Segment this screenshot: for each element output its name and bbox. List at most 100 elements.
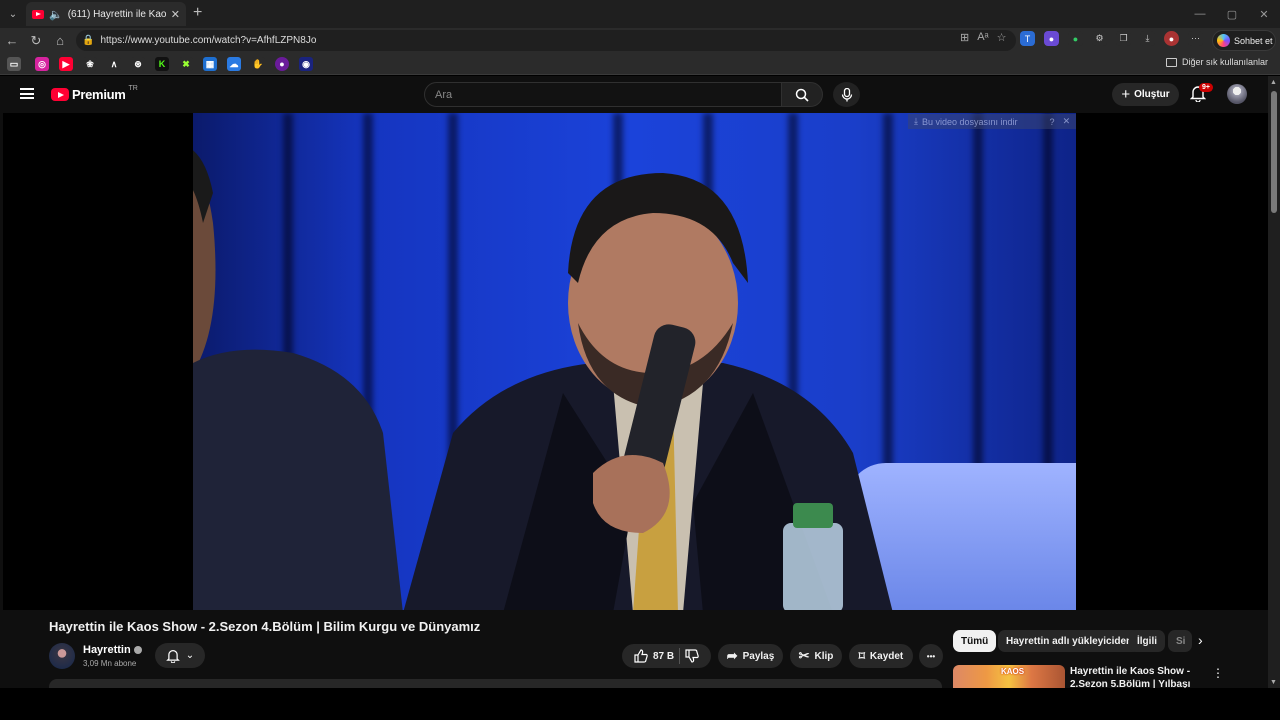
- bookmark-instagram-icon[interactable]: ◎: [35, 57, 49, 71]
- clip-label: Klip: [814, 650, 834, 662]
- browser-tab[interactable]: 🔈 (611) Hayrettin ile Kaos Show ✕: [26, 2, 186, 26]
- bookmark-hand-icon[interactable]: ✋: [251, 57, 265, 71]
- copilot-logo-icon: [1217, 34, 1230, 47]
- bookmark-games-icon[interactable]: ▭: [7, 57, 21, 71]
- scroll-up-icon[interactable]: ▲: [1270, 79, 1277, 86]
- browser-toolbar: ← ↻ ⌂ 🔒 https://www.youtube.com/watch?v=…: [0, 28, 1280, 53]
- copilot-chat-button[interactable]: Sohbet et: [1212, 30, 1276, 51]
- chip-truncated[interactable]: Si: [1168, 630, 1192, 652]
- page-scrollbar[interactable]: ▲ ▼: [1268, 76, 1280, 688]
- youtube-page: Premium TR Ara + Oluştur 9+ ⤓ Bu video d…: [0, 76, 1280, 688]
- chip-all[interactable]: Tümü: [953, 630, 997, 652]
- clip-button[interactable]: ✂ Klip: [790, 644, 842, 668]
- bookmark-icon: ⌑: [858, 649, 865, 663]
- downloads-icon[interactable]: ⤓: [1140, 31, 1155, 46]
- save-button[interactable]: ⌑ Kaydet: [849, 644, 913, 668]
- close-tab-icon[interactable]: ✕: [171, 8, 180, 21]
- overlay-close-icon[interactable]: ✕: [1063, 116, 1071, 127]
- chip-related[interactable]: İlgili: [1129, 630, 1165, 652]
- read-aloud-icon[interactable]: Aᵃ: [977, 31, 988, 44]
- other-bookmarks-folder[interactable]: Diğer sık kullanılanlar: [1165, 57, 1268, 67]
- tab-title: (611) Hayrettin ile Kaos Show: [67, 8, 166, 20]
- folder-icon: [1165, 57, 1177, 67]
- user-avatar[interactable]: [1227, 84, 1247, 104]
- bookmark-kick-icon[interactable]: K: [155, 57, 169, 71]
- back-icon[interactable]: ←: [0, 33, 24, 48]
- settings-more-icon[interactable]: ⋯: [1188, 31, 1203, 46]
- bookmark-purple-icon[interactable]: ●: [275, 57, 289, 71]
- chevron-down-icon: ⌄: [185, 650, 195, 661]
- recommended-video-thumbnail[interactable]: KAOS: [953, 665, 1065, 688]
- youtube-play-logo-icon: [51, 88, 69, 101]
- bookmark-youtube-icon[interactable]: ▶: [59, 57, 73, 71]
- thumbs-up-icon: [634, 649, 648, 663]
- create-button[interactable]: + Oluştur: [1112, 83, 1179, 106]
- save-label: Kaydet: [869, 650, 904, 662]
- extension-icon[interactable]: ●: [1044, 31, 1059, 46]
- more-actions-button[interactable]: •••: [919, 644, 943, 668]
- like-button[interactable]: 87 B: [634, 649, 674, 663]
- tab-list-chevron-icon[interactable]: ⌄: [0, 0, 26, 28]
- menu-hamburger-icon[interactable]: [20, 88, 34, 99]
- maximize-icon[interactable]: ▢: [1216, 0, 1248, 28]
- overlay-help-icon[interactable]: ?: [1050, 117, 1055, 127]
- bookmark-arc-icon[interactable]: ∧: [107, 57, 121, 71]
- channel-name: Hayrettin: [83, 644, 131, 656]
- chip-from-uploader[interactable]: Hayrettin adlı yükleyiciden: [998, 630, 1141, 652]
- chips-next-chevron-icon[interactable]: ›: [1198, 632, 1203, 648]
- minimize-icon[interactable]: —: [1184, 0, 1216, 28]
- like-dislike-group: 87 B: [622, 644, 711, 668]
- channel-name-link[interactable]: Hayrettin: [83, 644, 142, 656]
- voice-search-button[interactable]: [833, 82, 860, 107]
- favorite-star-icon[interactable]: ☆: [997, 31, 1007, 44]
- url-text: https://www.youtube.com/watch?v=AfhfLZPN…: [100, 35, 317, 46]
- subscribed-notifications-button[interactable]: ⌄: [155, 643, 205, 668]
- download-overlay-text: Bu video dosyasını indir: [921, 116, 1018, 127]
- other-bookmarks-label: Diğer sık kullanılanlar: [1181, 57, 1268, 67]
- close-window-icon[interactable]: ✕: [1248, 0, 1280, 28]
- new-tab-button[interactable]: +: [193, 4, 202, 22]
- recommended-video-title[interactable]: Hayrettin ile Kaos Show - 2.Sezon 5.Bölü…: [1070, 665, 1205, 688]
- address-bar[interactable]: 🔒 https://www.youtube.com/watch?v=AfhfLZ…: [76, 30, 1016, 51]
- reload-icon[interactable]: ↻: [24, 33, 48, 49]
- bookmark-cloud-icon[interactable]: ☁: [227, 57, 241, 71]
- country-code: TR: [128, 85, 138, 92]
- recommendation-more-icon[interactable]: ⋮: [1212, 666, 1224, 680]
- thumbs-down-icon[interactable]: [685, 649, 699, 663]
- home-icon[interactable]: ⌂: [48, 33, 72, 48]
- channel-avatar[interactable]: [49, 643, 75, 669]
- bookmark-openai-icon[interactable]: ⊛: [131, 57, 145, 71]
- youtube-masthead: Premium TR Ara + Oluştur 9+: [0, 76, 1268, 113]
- search-button[interactable]: [781, 82, 823, 107]
- translate-extension-icon[interactable]: T: [1020, 31, 1035, 46]
- verified-badge-icon: [133, 646, 142, 654]
- share-arrow-icon: ➦: [726, 648, 738, 663]
- plus-icon: +: [1121, 86, 1131, 103]
- chat-label: Sohbet et: [1234, 35, 1273, 46]
- share-button[interactable]: ➦ Paylaş: [718, 644, 783, 668]
- lock-icon[interactable]: 🔒: [82, 35, 94, 46]
- youtube-favicon-icon: [32, 9, 44, 19]
- speaker-icon[interactable]: 🔈: [49, 8, 63, 21]
- thumbnail-text: KAOS: [1001, 667, 1025, 676]
- video-frame[interactable]: ⤓ Bu video dosyasını indir ? ✕: [193, 113, 1076, 610]
- video-player[interactable]: ⤓ Bu video dosyasını indir ? ✕: [3, 113, 1268, 610]
- logo-wordmark: Premium: [72, 87, 126, 102]
- download-video-overlay[interactable]: ⤓ Bu video dosyasını indir ? ✕: [908, 114, 1076, 129]
- subscriber-count: 3,09 Mn abone: [83, 659, 137, 668]
- scroll-down-icon[interactable]: ▼: [1270, 679, 1277, 686]
- extensions-puzzle-icon[interactable]: ⚙: [1092, 31, 1107, 46]
- description-box[interactable]: [49, 679, 942, 688]
- youtube-premium-logo[interactable]: Premium TR: [51, 85, 138, 102]
- bookmark-map-icon[interactable]: ▦: [203, 57, 217, 71]
- bookmark-site-icon[interactable]: ❀: [83, 57, 97, 71]
- bookmark-xbox-icon[interactable]: ✖: [179, 57, 193, 71]
- scrollbar-thumb[interactable]: [1271, 91, 1277, 213]
- leaf-extension-icon[interactable]: ●: [1068, 31, 1083, 46]
- app-available-icon[interactable]: ⊞: [960, 31, 969, 44]
- bookmark-blue-icon[interactable]: ◉: [299, 57, 313, 71]
- profile-avatar-icon[interactable]: ●: [1164, 31, 1179, 46]
- collections-icon[interactable]: ❐: [1116, 31, 1131, 46]
- bell-icon: [165, 649, 180, 663]
- search-input[interactable]: Ara: [424, 82, 782, 107]
